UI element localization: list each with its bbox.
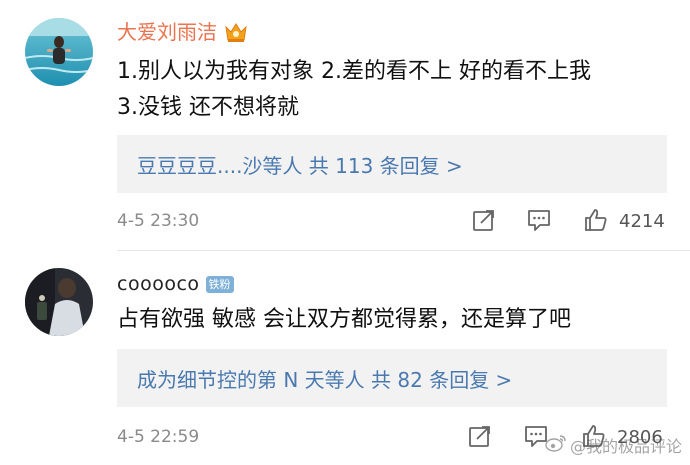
comment-text-line-1: 1.别人以为我有对象 2.差的看不上 好的看不上我 [117,59,591,84]
comment-footer: 4-5 23:30 4214 [117,207,672,237]
watermark: @我的极品评论 [545,433,682,457]
avatar[interactable] [25,268,93,336]
crown-icon [223,20,249,44]
timestamp: 4-5 23:30 [117,211,200,231]
name-row: cooooco 铁粉 [117,272,234,296]
like-count: 4214 [619,211,665,232]
avatar-pool-image [25,18,93,86]
username[interactable]: 大爱刘雨洁 [117,20,217,44]
replies-summary-button[interactable]: 成为细节控的第 N 天等人 共 82 条回复 > [117,349,667,407]
like-icon[interactable] [583,207,609,233]
weibo-logo-icon [545,434,567,456]
avatar[interactable] [25,18,93,86]
username[interactable]: cooooco [117,272,200,296]
fan-badge: 铁粉 [205,275,234,293]
watermark-text: @我的极品评论 [569,437,682,456]
replies-summary-text: 豆豆豆豆....沙等人 共 113 条回复 > [137,153,463,178]
comment-text-line-2: 3.没钱 还不想将就 [117,95,299,120]
replies-summary-button[interactable]: 豆豆豆豆....沙等人 共 113 条回复 > [117,135,667,193]
avatar-dark-room-image [25,268,93,336]
timestamp: 4-5 22:59 [117,427,200,447]
replies-summary-text: 成为细节控的第 N 天等人 共 82 条回复 > [137,367,513,392]
share-icon[interactable] [467,423,493,449]
comment-icon[interactable] [526,207,552,233]
comment-text-line-1: 占有欲强 敏感 会让双方都觉得累，还是算了吧 [117,307,571,332]
name-row: 大爱刘雨洁 [117,20,249,44]
divider [117,250,690,251]
share-icon[interactable] [471,207,497,233]
